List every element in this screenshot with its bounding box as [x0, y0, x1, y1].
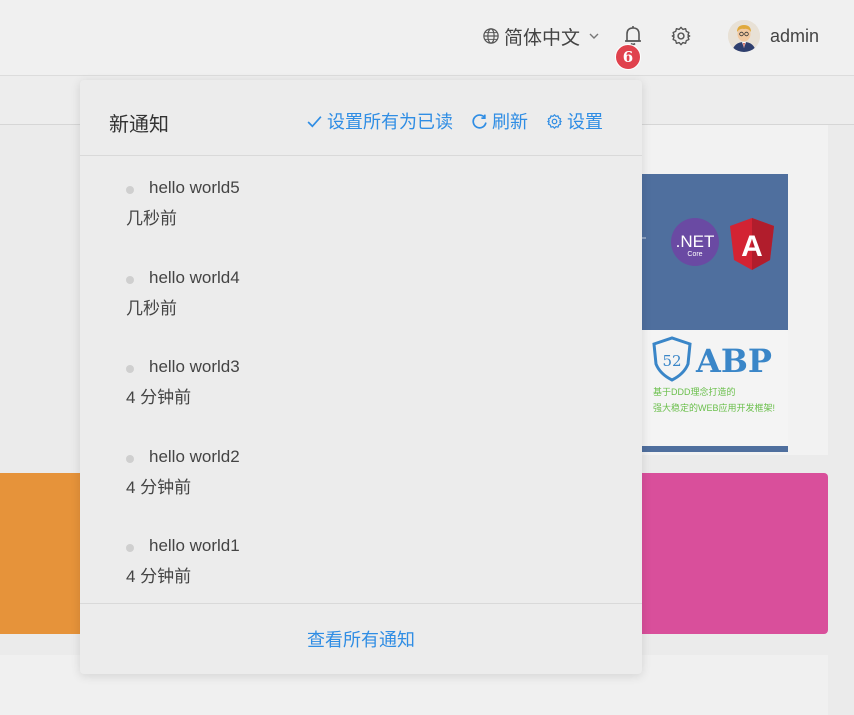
user-menu[interactable]: admin — [728, 18, 819, 54]
notification-item[interactable]: hello world5 几秒前 — [126, 166, 526, 228]
abp-logo: 52 ABP 基于DDD理念打造的 强大稳定的WEB应用开发框架! — [652, 336, 775, 413]
globe-icon — [483, 28, 499, 44]
notification-text: hello world3 — [149, 357, 240, 376]
banner-bottom-bar — [640, 446, 788, 452]
avatar — [728, 20, 760, 52]
gear-icon — [547, 113, 562, 129]
view-all-notifications-link[interactable]: 查看所有通知 — [80, 626, 642, 652]
unread-dot — [126, 186, 134, 194]
notification-time: 4 分钟前 — [126, 478, 192, 497]
abp-tagline-1: 基于DDD理念打造的 — [653, 386, 736, 397]
notification-settings-label: 设置 — [567, 112, 603, 132]
notification-title: 新通知 — [109, 114, 169, 136]
notification-text: hello world1 — [149, 536, 240, 555]
abp-banner: .NET Core A 52 ABP 基于DDD理念打造的 强大稳定的WEB应用… — [640, 174, 788, 452]
top-header: 简体中文 6 admin — [0, 0, 854, 76]
abp-text: ABP — [695, 342, 772, 380]
check-icon — [307, 115, 322, 128]
notification-item[interactable]: hello world4 几秒前 — [126, 256, 526, 318]
notification-time: 4 分钟前 — [126, 567, 192, 586]
username-label: admin — [770, 25, 820, 46]
notification-footer: 查看所有通知 — [80, 603, 642, 675]
unread-dot — [126, 276, 134, 284]
notification-time: 几秒前 — [126, 299, 177, 318]
abp-tagline-2: 强大稳定的WEB应用开发框架! — [653, 402, 775, 413]
orange-stat-card — [0, 473, 90, 634]
pink-stat-card — [640, 473, 828, 634]
notification-item[interactable]: hello world3 4 分钟前 — [126, 345, 526, 407]
notification-list: hello world5 几秒前 hello world4 几秒前 hello … — [80, 156, 642, 602]
language-label: 简体中文 — [504, 27, 581, 49]
notification-time: 几秒前 — [126, 209, 177, 228]
refresh-label: 刷新 — [492, 112, 528, 132]
mark-all-read-button[interactable]: 设置所有为已读 — [306, 108, 453, 134]
unread-dot — [126, 455, 134, 463]
refresh-button[interactable]: 刷新 — [471, 108, 528, 134]
notification-actions: 设置所有为已读 刷新 设置 — [306, 108, 603, 134]
notification-header: 新通知 设置所有为已读 刷新 设置 — [80, 80, 642, 156]
notification-dropdown: 新通知 设置所有为已读 刷新 设置 hello world5 几秒前 hello… — [80, 80, 642, 674]
notification-item[interactable]: hello world1 4 分钟前 — [126, 524, 526, 586]
banner-top: .NET Core A — [640, 174, 788, 330]
net-core-subtext: Core — [687, 251, 702, 258]
gear-icon[interactable] — [670, 25, 692, 47]
notification-item[interactable]: hello world2 4 分钟前 — [126, 435, 526, 497]
angular-letter: A — [741, 230, 763, 263]
notification-count-badge: 6 — [615, 44, 641, 70]
unread-dot — [126, 365, 134, 373]
notification-time: 4 分钟前 — [126, 388, 192, 407]
chevron-down-icon — [589, 33, 599, 39]
notification-text: hello world2 — [149, 447, 240, 466]
notification-text: hello world4 — [149, 268, 240, 287]
mark-all-read-label: 设置所有为已读 — [327, 112, 453, 132]
notification-settings-button[interactable]: 设置 — [546, 108, 603, 134]
tech-logos: .NET Core A — [640, 218, 774, 270]
refresh-icon — [472, 113, 487, 129]
language-selector[interactable]: 简体中文 — [482, 22, 600, 50]
unread-dot — [126, 544, 134, 552]
abp-number: 52 — [662, 352, 681, 370]
notification-text: hello world5 — [149, 178, 240, 197]
net-core-text: .NET — [676, 232, 715, 251]
